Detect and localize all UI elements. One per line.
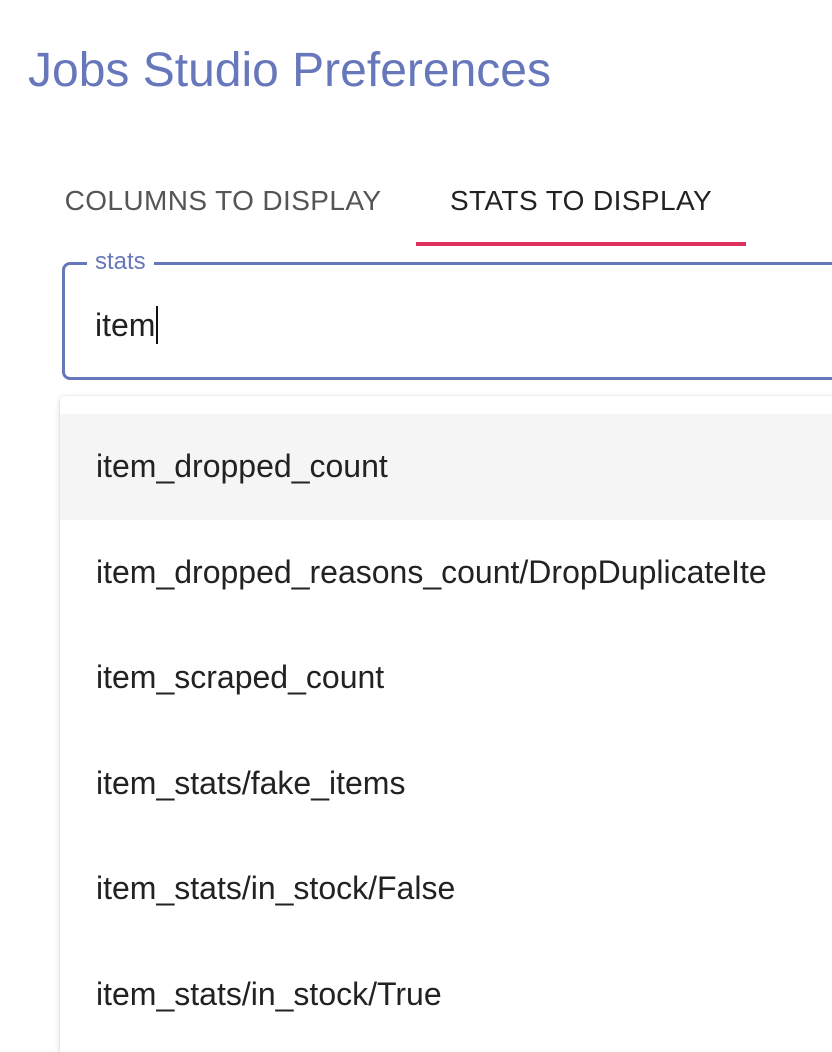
autocomplete-dropdown: item_dropped_count item_dropped_reasons_… (60, 396, 832, 1052)
autocomplete-option[interactable]: item_stats/fake_items (60, 731, 832, 837)
autocomplete-option[interactable]: item_dropped_count (60, 414, 832, 520)
page-title: Jobs Studio Preferences (28, 44, 551, 97)
stats-field-label: stats (87, 248, 154, 276)
tab-bar: COLUMNS TO DISPLAY STATS TO DISPLAY (30, 158, 832, 246)
stats-input[interactable]: item (95, 305, 159, 345)
tab-stats-to-display[interactable]: STATS TO DISPLAY (416, 158, 746, 244)
autocomplete-option[interactable]: item_scraped_count (60, 625, 832, 731)
autocomplete-option[interactable]: item_stats/in_stock/True (60, 942, 832, 1048)
preferences-page: Jobs Studio Preferences COLUMNS TO DISPL… (0, 0, 832, 1052)
tab-columns-to-display[interactable]: COLUMNS TO DISPLAY (30, 158, 416, 244)
autocomplete-option[interactable]: item_dropped_reasons_count/DropDuplicate… (60, 520, 832, 626)
text-caret (156, 306, 159, 344)
stats-input-value: item (95, 307, 156, 343)
autocomplete-option[interactable]: item_stats/in_stock/False (60, 836, 832, 942)
stats-field[interactable]: stats item (62, 248, 832, 380)
active-tab-indicator (416, 242, 746, 246)
autocomplete-options: item_dropped_count item_dropped_reasons_… (60, 396, 832, 1047)
